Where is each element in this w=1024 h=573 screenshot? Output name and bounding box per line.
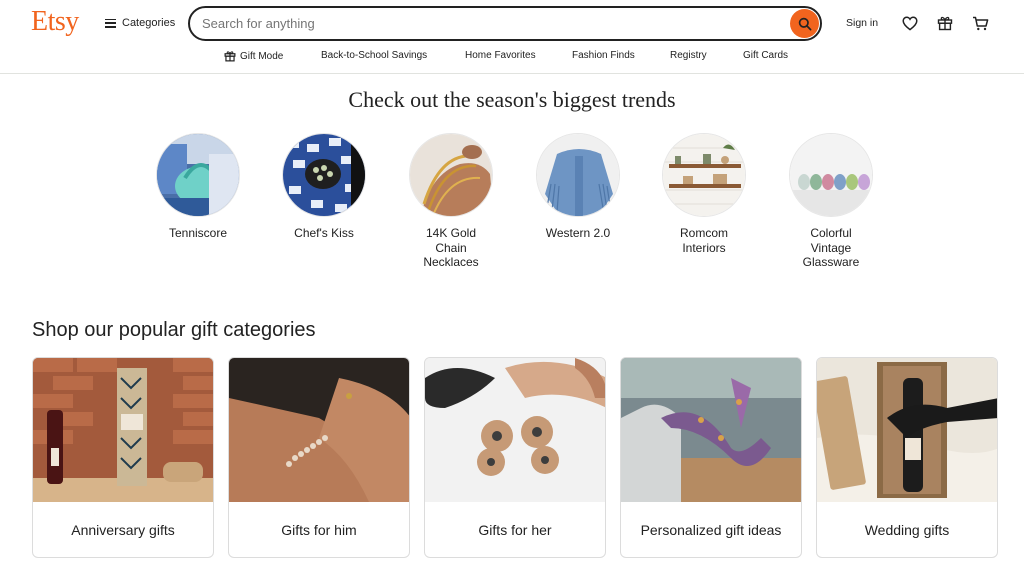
trend-label: Tenniscore	[168, 226, 228, 240]
trend-image	[536, 133, 620, 217]
trend-label: Romcom Interiors	[679, 226, 728, 255]
trend-image	[282, 133, 366, 217]
gift-mode-header-button[interactable]	[935, 13, 955, 33]
gift-image	[621, 358, 801, 502]
trend-gold-chain-necklaces[interactable]: 14K Gold Chain Necklaces	[391, 133, 511, 270]
gift-card-personalized[interactable]: Personalized gift ideas	[620, 357, 802, 558]
cart-icon	[972, 16, 988, 30]
trend-label: Chef's Kiss	[294, 226, 354, 240]
cart-button[interactable]	[970, 13, 990, 33]
nav-fashion-finds[interactable]: Fashion Finds	[572, 50, 635, 61]
gift-categories-heading: Shop our popular gift categories	[32, 319, 316, 341]
trend-label: Colorful Vintage Glassware	[802, 226, 860, 269]
trend-image	[789, 133, 873, 217]
hamburger-icon	[105, 18, 116, 28]
nav-gift-mode-label: Gift Mode	[240, 50, 284, 62]
categories-label: Categories	[122, 17, 176, 29]
search-bar	[188, 6, 822, 41]
gift-label: Personalized gift ideas	[640, 522, 782, 538]
trend-colorful-vintage-glassware[interactable]: Colorful Vintage Glassware	[771, 133, 891, 270]
sign-in-link[interactable]: Sign in	[846, 17, 878, 29]
trend-image	[156, 133, 240, 217]
favorites-button[interactable]	[900, 13, 920, 33]
gift-card-wedding[interactable]: Wedding gifts	[816, 357, 998, 558]
categories-button[interactable]: Categories	[105, 14, 175, 32]
nav-back-to-school[interactable]: Back-to-School Savings	[321, 50, 427, 61]
trend-image	[662, 133, 746, 217]
gift-image	[229, 358, 409, 502]
heart-icon	[902, 16, 918, 31]
gift-image	[33, 358, 213, 502]
nav-gift-cards[interactable]: Gift Cards	[743, 50, 788, 61]
gift-card-for-him[interactable]: Gifts for him	[228, 357, 410, 558]
search-input[interactable]	[190, 16, 770, 31]
gift-label: Gifts for him	[281, 522, 357, 538]
trend-label: 14K Gold Chain Necklaces	[423, 226, 479, 269]
trend-image	[409, 133, 493, 217]
trend-label: Western 2.0	[545, 226, 611, 240]
nav-gift-mode[interactable]: Gift Mode	[224, 50, 283, 62]
trend-western-2[interactable]: Western 2.0	[518, 133, 638, 241]
gift-label: Anniversary gifts	[71, 522, 175, 538]
gift-icon	[937, 16, 953, 31]
gift-card-for-her[interactable]: Gifts for her	[424, 357, 606, 558]
gift-card-anniversary[interactable]: Anniversary gifts	[32, 357, 214, 558]
gift-icon	[224, 51, 236, 62]
trend-romcom-interiors[interactable]: Romcom Interiors	[644, 133, 764, 255]
site-header: Etsy Categories Sign in	[0, 0, 1024, 74]
gift-image	[817, 358, 997, 502]
search-icon	[798, 17, 811, 30]
search-button[interactable]	[790, 9, 819, 38]
trend-chefs-kiss[interactable]: Chef's Kiss	[264, 133, 384, 241]
nav-registry[interactable]: Registry	[670, 50, 707, 61]
etsy-logo[interactable]: Etsy	[31, 6, 79, 38]
nav-home-favorites[interactable]: Home Favorites	[465, 50, 536, 61]
gift-image	[425, 358, 605, 502]
trend-tenniscore[interactable]: Tenniscore	[138, 133, 258, 241]
gift-label: Gifts for her	[478, 522, 552, 538]
secondary-nav: Gift Mode Back-to-School Savings Home Fa…	[0, 49, 1024, 65]
gift-label: Wedding gifts	[864, 522, 950, 538]
trends-heading: Check out the season's biggest trends	[348, 87, 676, 112]
